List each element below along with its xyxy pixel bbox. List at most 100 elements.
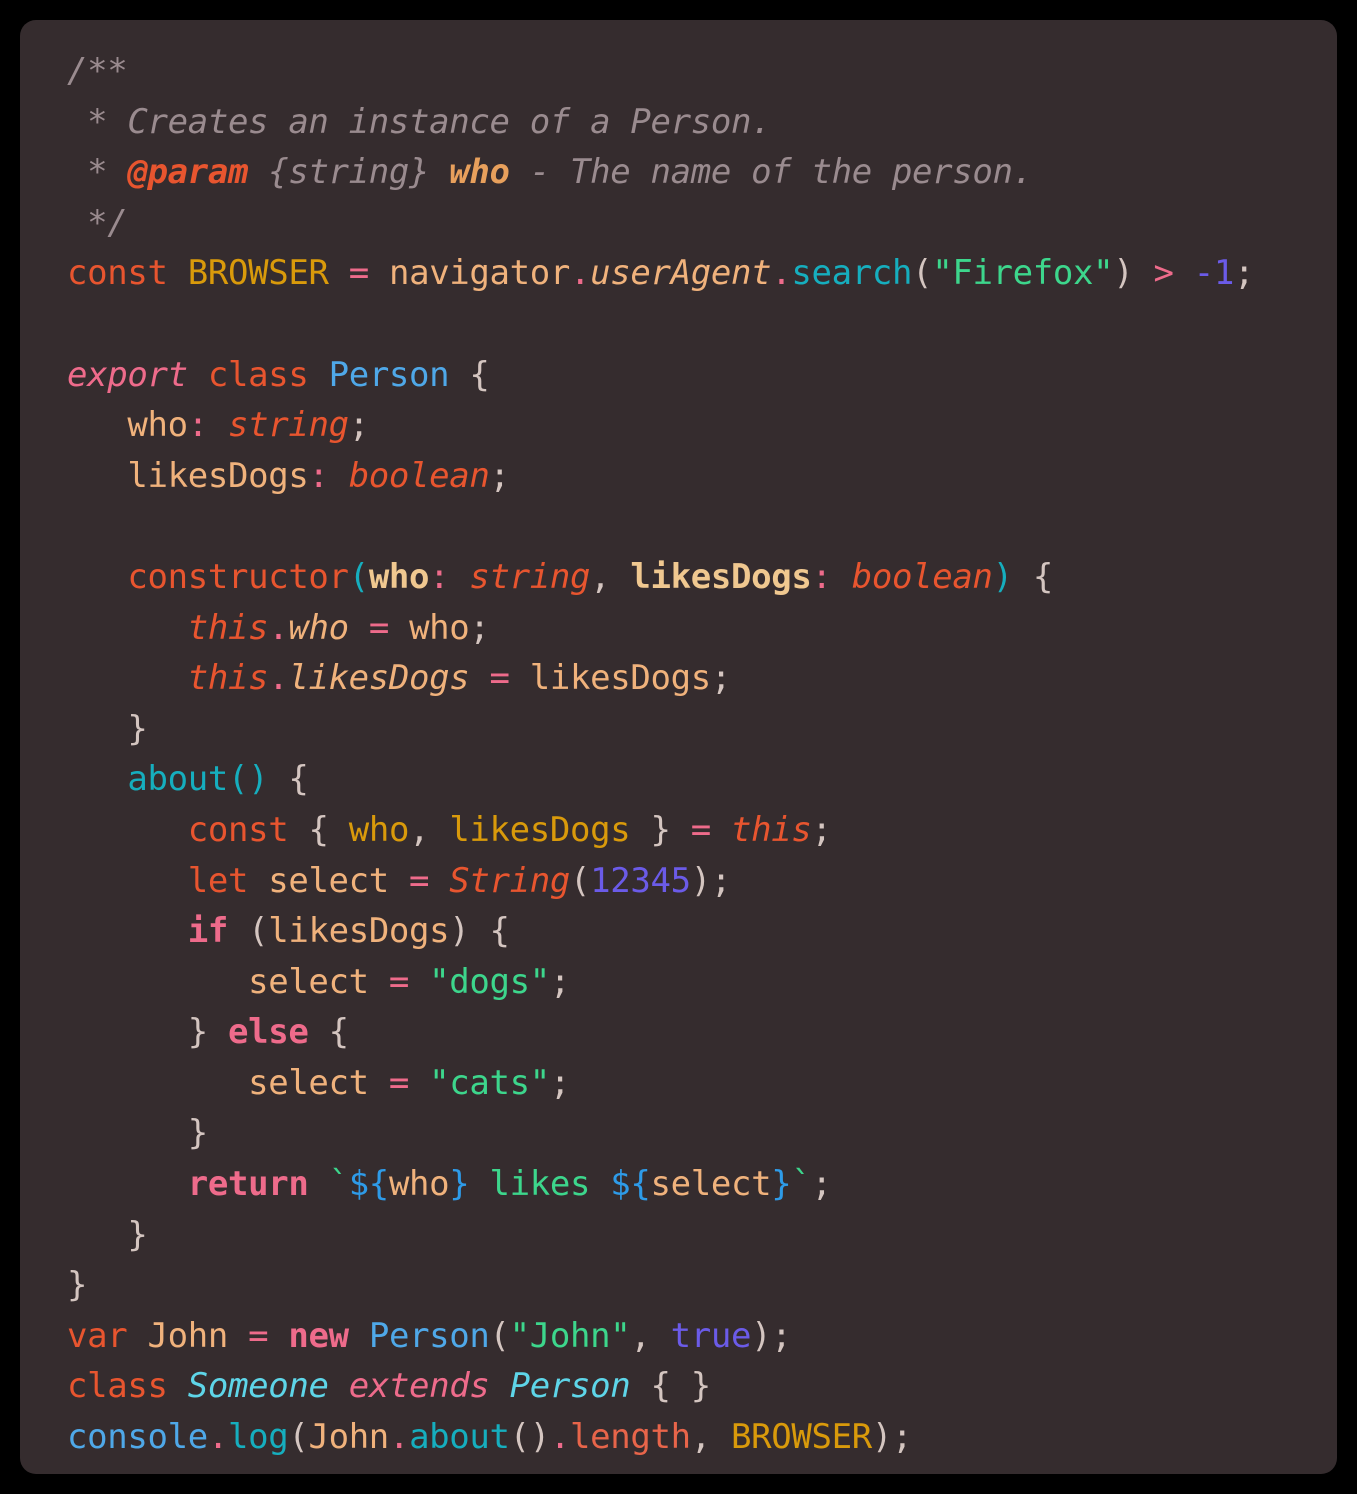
paren-pair: () — [227, 759, 269, 800]
comma: , — [690, 1417, 711, 1458]
property-likesdogs: likesDogs — [288, 658, 470, 699]
method-about: about — [409, 1417, 510, 1458]
class-name-person: Person — [328, 354, 450, 395]
type-string: string — [469, 556, 591, 597]
paren-close: ) — [751, 1315, 772, 1356]
param-likesdogs: likesDogs — [630, 556, 812, 597]
keyword-return: return — [187, 1164, 309, 1205]
code-block[interactable]: /** * Creates an instance of a Person. *… — [20, 46, 1337, 1463]
paren-close: ) — [992, 556, 1013, 597]
operator-assign: = — [368, 607, 389, 648]
jsdoc-param-tag: @param — [127, 152, 249, 193]
colon: : — [811, 556, 832, 597]
paren-close: ) — [871, 1417, 892, 1458]
semicolon: ; — [710, 658, 731, 699]
brace-close: } — [690, 1366, 711, 1407]
string-cats: "cats" — [429, 1062, 550, 1103]
keyword-if: if — [187, 911, 229, 952]
code-line: let select = String(12345); — [67, 856, 1319, 907]
keyword-const: const — [187, 809, 289, 850]
brace-open: { — [308, 809, 329, 850]
dot: . — [388, 1417, 410, 1458]
template-delim-open: ${ — [610, 1164, 651, 1205]
code-line: return `${who} likes ${select}`; — [67, 1159, 1319, 1210]
dot: . — [570, 253, 591, 294]
property-who: who — [288, 607, 349, 648]
boolean-true: true — [670, 1315, 752, 1356]
template-delim-close: } — [771, 1164, 792, 1205]
operator-assign: = — [348, 253, 369, 294]
operator-assign: = — [248, 1315, 269, 1356]
code-line: } — [67, 1260, 1319, 1311]
keyword-this: this — [731, 809, 812, 850]
brace-close: } — [187, 1012, 208, 1053]
field-who: who — [127, 405, 188, 446]
type-string: string — [227, 405, 349, 446]
code-snippet-card: /** * Creates an instance of a Person. *… — [20, 20, 1337, 1474]
comma: , — [409, 809, 430, 850]
semicolon: ; — [348, 405, 369, 446]
operator-assign: = — [409, 860, 430, 901]
field-likesdogs: likesDogs — [127, 455, 309, 496]
template-var-select: select — [650, 1164, 772, 1205]
code-line: likesDogs: boolean; — [67, 451, 1319, 502]
dot: . — [549, 1417, 571, 1458]
paren-open: ( — [912, 253, 933, 294]
code-line: * @param {string} who - The name of the … — [67, 147, 1319, 198]
class-name-someone: Someone — [187, 1366, 329, 1407]
code-line: this.likesDogs = likesDogs; — [67, 653, 1319, 704]
code-line: class Someone extends Person { } — [67, 1361, 1319, 1412]
paren-close: ) — [1113, 253, 1134, 294]
type-boolean: boolean — [348, 455, 490, 496]
paren-open: ( — [248, 911, 269, 952]
brace-close: } — [187, 1113, 208, 1154]
keyword-this: this — [187, 607, 269, 648]
jsdoc-param-type: {string} — [268, 152, 430, 193]
identifier-who: who — [409, 607, 470, 648]
method-about: about — [127, 759, 228, 800]
operator-assign: = — [690, 809, 711, 850]
jsdoc-param-desc: - The name of the person. — [509, 152, 1033, 193]
code-line: select = "dogs"; — [67, 957, 1319, 1008]
template-text-likes: likes — [469, 1164, 611, 1205]
property-useragent: userAgent — [590, 253, 772, 294]
code-line: constructor(who: string, likesDogs: bool… — [67, 552, 1319, 603]
builtin-string: String — [449, 860, 571, 901]
comma: , — [590, 556, 611, 597]
brace-open: { — [489, 911, 510, 952]
colon: : — [187, 405, 208, 446]
code-line: } — [67, 1210, 1319, 1261]
dot: . — [268, 607, 289, 648]
